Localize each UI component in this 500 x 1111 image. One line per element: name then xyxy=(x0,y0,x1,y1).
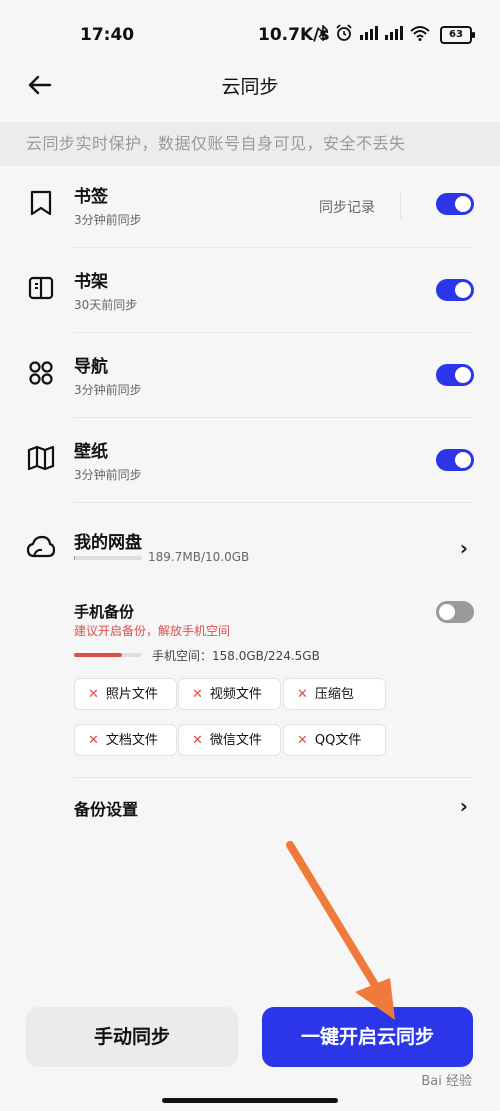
divider xyxy=(74,502,474,503)
bookmarks-toggle[interactable] xyxy=(436,193,474,215)
backup-settings-row[interactable]: 备份设置 › xyxy=(0,778,500,834)
sync-row-bookshelf[interactable]: 书架 30天前同步 xyxy=(0,251,500,336)
toggle-knob xyxy=(455,452,471,468)
chip-qq[interactable]: ✕ QQ文件 xyxy=(283,724,386,756)
sync-record-link[interactable]: 同步记录 xyxy=(319,197,375,217)
chip-wechat[interactable]: ✕ 微信文件 xyxy=(178,724,281,756)
status-time: 17:40 xyxy=(80,25,135,45)
toggle-knob xyxy=(455,367,471,383)
one-click-sync-button[interactable]: 一键开启云同步 xyxy=(262,1007,473,1067)
sync-item-name: 书签 xyxy=(74,187,108,207)
vertical-divider xyxy=(400,193,401,219)
chip-photos[interactable]: ✕ 照片文件 xyxy=(74,678,177,710)
chip-label: 微信文件 xyxy=(209,733,262,748)
wallpaper-toggle[interactable] xyxy=(436,449,474,471)
backup-settings-label: 备份设置 xyxy=(74,800,139,819)
sync-item-name: 壁纸 xyxy=(74,442,108,462)
chip-label: 照片文件 xyxy=(105,687,158,702)
grid-icon xyxy=(29,361,53,385)
sync-item-status: 30天前同步 xyxy=(74,298,138,312)
cloud-usage-bar xyxy=(74,556,142,560)
map-icon xyxy=(27,445,55,471)
navigation-toggle[interactable] xyxy=(436,364,474,386)
manual-sync-button[interactable]: 手动同步 xyxy=(26,1007,238,1067)
battery-indicator: 63 xyxy=(440,26,475,44)
sync-row-bookmarks[interactable]: 书签 3分钟前同步 xyxy=(0,166,500,251)
sync-item-status: 3分钟前同步 xyxy=(74,468,142,482)
sync-item-status: 3分钟前同步 xyxy=(74,383,142,397)
watermark: Bai 经验 xyxy=(421,1074,472,1089)
signal-icon-1 xyxy=(360,26,378,40)
status-icons xyxy=(318,24,430,42)
sync-item-name: 书架 xyxy=(74,272,108,292)
alarm-icon xyxy=(336,24,352,41)
phone-backup-title: 手机备份 xyxy=(74,603,135,621)
signal-icon-2 xyxy=(385,26,403,40)
bluetooth-icon xyxy=(318,25,328,41)
phone-storage-text: 手机空间：158.0GB/224.5GB xyxy=(152,649,320,663)
bookmark-icon xyxy=(30,190,52,216)
toggle-knob xyxy=(455,282,471,298)
divider xyxy=(74,332,474,333)
chip-documents[interactable]: ✕ 文档文件 xyxy=(74,724,177,756)
sync-item-status: 3分钟前同步 xyxy=(74,213,142,227)
phone-backup-hint: 建议开启备份，解放手机空间 xyxy=(74,624,231,638)
toggle-knob xyxy=(439,604,455,620)
cloud-icon xyxy=(26,535,56,558)
cloud-drive-row[interactable]: 我的网盘 189.7MB/10.0GB › xyxy=(0,508,500,593)
cloud-usage-text: 189.7MB/10.0GB xyxy=(148,550,250,564)
chip-archives[interactable]: ✕ 压缩包 xyxy=(283,678,386,710)
sync-item-name: 导航 xyxy=(74,357,108,377)
page-header: 云同步 xyxy=(0,60,500,110)
chip-label: 视频文件 xyxy=(209,687,262,702)
bookshelf-toggle[interactable] xyxy=(436,279,474,301)
divider xyxy=(74,247,474,248)
sync-row-wallpaper[interactable]: 壁纸 3分钟前同步 xyxy=(0,421,500,506)
chip-videos[interactable]: ✕ 视频文件 xyxy=(178,678,281,710)
page-title: 云同步 xyxy=(221,76,279,98)
phone-backup-toggle[interactable] xyxy=(436,601,474,623)
divider xyxy=(74,417,474,418)
close-icon: ✕ xyxy=(192,687,203,702)
phone-storage-bar xyxy=(74,653,142,657)
close-icon: ✕ xyxy=(297,687,308,702)
close-icon: ✕ xyxy=(297,733,308,748)
info-banner: 云同步实时保护，数据仅账号自身可见，安全不丢失 xyxy=(0,122,500,166)
chip-label: 压缩包 xyxy=(314,687,354,702)
bookshelf-icon xyxy=(28,276,54,300)
cloud-usage-fill xyxy=(74,556,76,560)
close-icon: ✕ xyxy=(88,687,99,702)
chip-label: QQ文件 xyxy=(314,733,362,748)
chevron-right-icon: › xyxy=(459,536,468,560)
phone-storage-fill xyxy=(74,653,122,657)
wifi-icon xyxy=(410,26,430,41)
cloud-drive-title: 我的网盘 xyxy=(74,533,142,553)
close-icon: ✕ xyxy=(88,733,99,748)
close-icon: ✕ xyxy=(192,733,203,748)
home-indicator xyxy=(162,1098,338,1103)
chevron-right-icon: › xyxy=(459,794,468,818)
chip-label: 文档文件 xyxy=(105,733,158,748)
toggle-knob xyxy=(455,196,471,212)
sync-row-navigation[interactable]: 导航 3分钟前同步 xyxy=(0,336,500,421)
